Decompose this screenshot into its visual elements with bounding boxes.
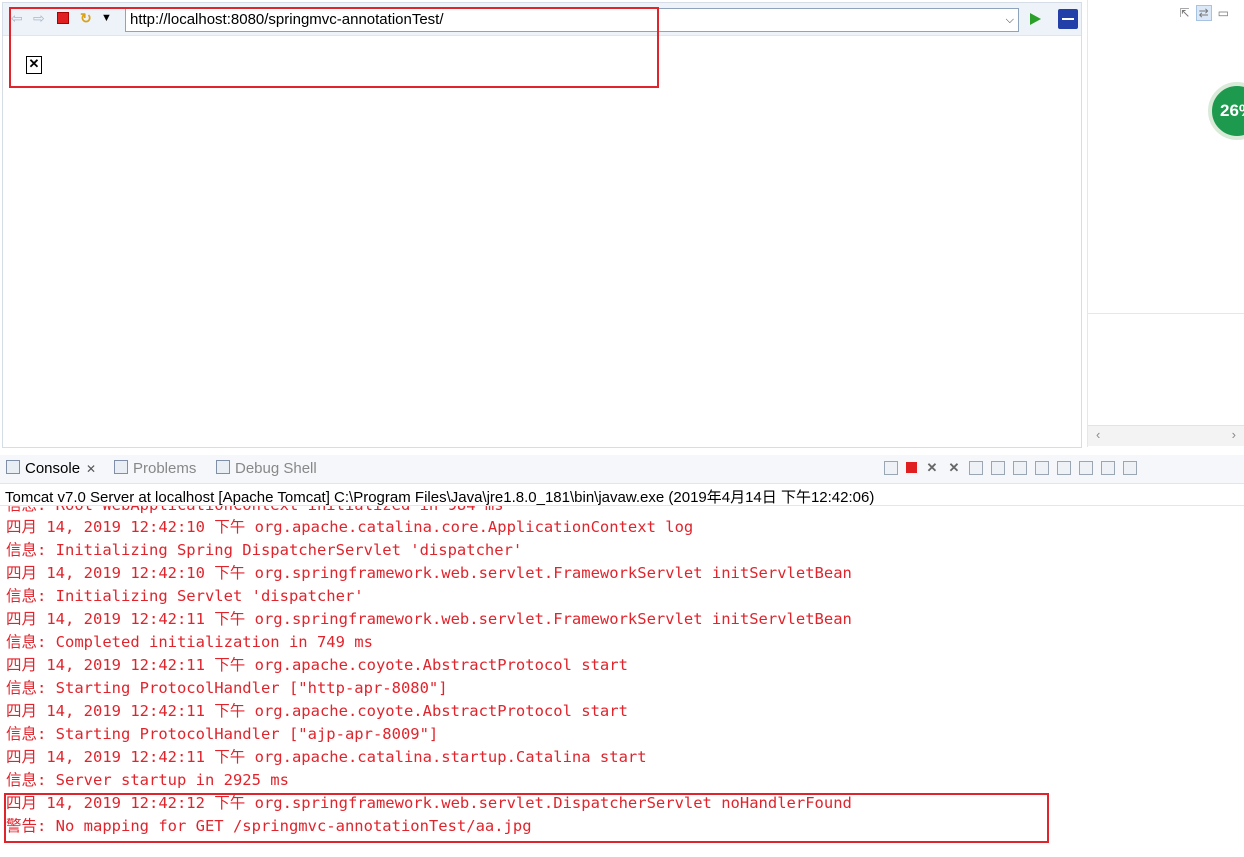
right-side-panel: ⇱ ⇄ ▭ xyxy=(1087,0,1244,447)
problems-icon xyxy=(114,460,128,474)
scroll-right-icon[interactable]: › xyxy=(1232,427,1236,442)
scroll-left-icon[interactable]: ‹ xyxy=(1096,427,1100,442)
show-on-stdout-icon[interactable] xyxy=(1035,460,1049,475)
open-external-browser-icon[interactable] xyxy=(1058,9,1078,29)
console-toolbar: ✕ ✕ xyxy=(884,459,1145,477)
link-editor-icon[interactable]: ⇄ xyxy=(1195,5,1212,21)
word-wrap-icon[interactable] xyxy=(1013,460,1027,475)
open-console-icon[interactable] xyxy=(1123,460,1137,475)
console-icon xyxy=(6,460,20,474)
restart-icon[interactable] xyxy=(884,460,898,475)
log-line: 四月 14, 2019 12:42:10 下午 org.springframew… xyxy=(6,564,852,582)
collapse-icon[interactable]: ⇱ xyxy=(1180,6,1190,20)
log-line: 信息: Initializing Spring DispatcherServle… xyxy=(6,541,523,559)
url-history-chevron-icon[interactable]: ⌵ xyxy=(1006,9,1014,31)
log-line: 信息: Server startup in 2925 ms xyxy=(6,771,289,789)
tab-console-label: Console xyxy=(25,460,81,477)
tab-problems[interactable]: Problems xyxy=(114,460,196,478)
scroll-lock-icon[interactable] xyxy=(991,460,1005,475)
right-panel-toolbar: ⇱ ⇄ ▭ xyxy=(1174,5,1229,21)
tab-debug-shell-label: Debug Shell xyxy=(235,460,317,477)
log-line: 四月 14, 2019 12:42:10 下午 org.apache.catal… xyxy=(6,518,694,536)
right-panel-divider xyxy=(1088,313,1244,314)
tab-debug-shell[interactable]: Debug Shell xyxy=(216,460,317,478)
horizontal-scrollbar[interactable]: ‹ › xyxy=(1088,425,1244,446)
pin-console-icon[interactable] xyxy=(1079,460,1093,475)
close-icon[interactable]: ✕ xyxy=(86,462,96,476)
tab-console[interactable]: Console ✕ xyxy=(6,460,96,478)
annotation-highlight-browser xyxy=(9,7,659,88)
log-line: 四月 14, 2019 12:42:11 下午 org.apache.catal… xyxy=(6,748,647,766)
tab-problems-label: Problems xyxy=(133,460,197,477)
terminate-icon[interactable] xyxy=(906,462,917,474)
log-line: 四月 14, 2019 12:42:11 下午 org.springframew… xyxy=(6,610,852,628)
go-icon[interactable] xyxy=(1030,13,1041,25)
minimize-icon[interactable]: ▭ xyxy=(1218,6,1229,20)
remove-launch-icon[interactable]: ✕ xyxy=(925,460,939,475)
log-line: 信息: Completed initialization in 749 ms xyxy=(6,633,373,651)
display-console-icon[interactable] xyxy=(1101,460,1115,475)
log-line: 信息: Starting ProtocolHandler ["ajp-apr-8… xyxy=(6,725,439,743)
log-line: 信息: Starting ProtocolHandler ["http-apr-… xyxy=(6,679,448,697)
clear-console-icon[interactable] xyxy=(969,460,983,475)
show-on-stderr-icon[interactable] xyxy=(1057,460,1071,475)
log-line: 四月 14, 2019 12:42:11 下午 org.apache.coyot… xyxy=(6,702,628,720)
console-process-header: Tomcat v7.0 Server at localhost [Apache … xyxy=(5,489,875,506)
remove-all-launches-icon[interactable]: ✕ xyxy=(947,460,961,475)
log-line: 四月 14, 2019 12:42:11 下午 org.apache.coyot… xyxy=(6,656,628,674)
annotation-highlight-error xyxy=(4,793,1049,843)
log-line: 信息: Initializing Servlet 'dispatcher' xyxy=(6,587,364,605)
debug-shell-icon xyxy=(216,460,230,474)
